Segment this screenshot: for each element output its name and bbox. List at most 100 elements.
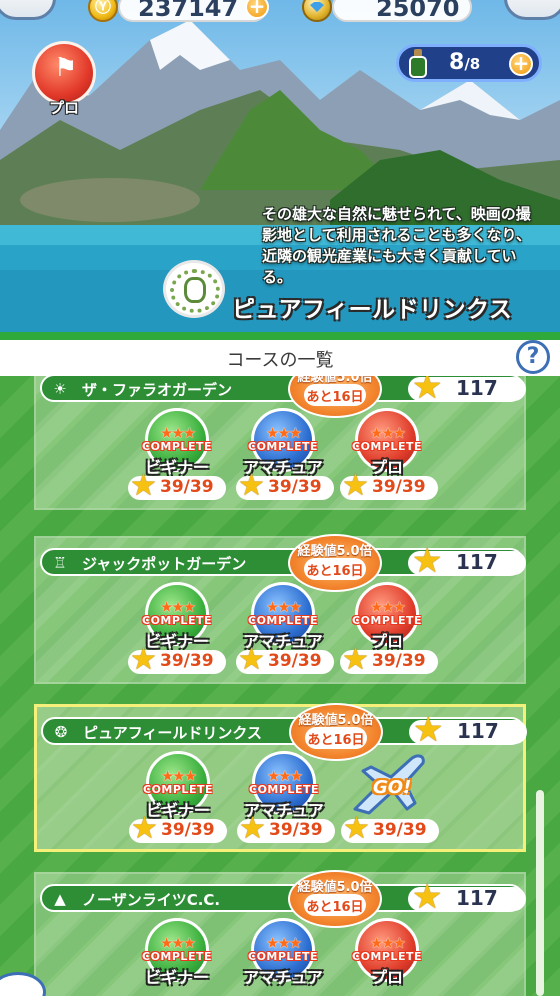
star-icon: ★ bbox=[412, 376, 443, 407]
course-list-header: コースの一覧 ? bbox=[0, 332, 560, 376]
amateur-score: ★ 39/39 bbox=[236, 644, 334, 676]
course-card-selected[interactable]: ❂ ピュアフィールドリンクス ★ 117 経験値5.0倍 あと16日 ★★★ C… bbox=[34, 703, 527, 852]
complete-label: COMPLETE bbox=[142, 950, 212, 963]
course-card[interactable]: ▲ ノーザンライツC.C. ★ 117 経験値5.0倍 あと16日 ★★★ CO… bbox=[34, 870, 526, 996]
rank-label: プロ bbox=[48, 99, 79, 117]
course-name-bar: ☀ ザ・ファラオガーデン ★ 117 bbox=[40, 376, 526, 407]
scrollbar[interactable] bbox=[536, 790, 544, 996]
star-icon: ★ bbox=[238, 642, 265, 677]
stamina-value: 8/8 bbox=[449, 50, 481, 75]
sheep-logo-icon bbox=[163, 260, 225, 318]
star-total: ★ 117 bbox=[409, 713, 527, 747]
menu-button[interactable] bbox=[0, 0, 56, 20]
complete-label: COMPLETE bbox=[352, 440, 422, 453]
add-stamina-button[interactable]: + bbox=[509, 52, 533, 76]
beginner-medal[interactable]: ★★★ COMPLETE ビギナー bbox=[140, 582, 214, 651]
course-list-title: コースの一覧 bbox=[226, 350, 334, 371]
star-count: 117 bbox=[457, 719, 499, 743]
stamina-counter: 8/8 + bbox=[396, 44, 542, 82]
amateur-medal[interactable]: ★★★ COMPLETE アマチュア bbox=[243, 918, 323, 987]
help-button[interactable]: ? bbox=[516, 340, 550, 374]
course-card[interactable]: ☀ ザ・ファラオガーデン ★ 117 経験値5.0倍 あと16日 ★★★ COM… bbox=[34, 376, 526, 510]
bonus-days-left: あと16日 bbox=[306, 900, 364, 915]
course-name-bar: ▲ ノーザンライツC.C. ★ 117 bbox=[40, 880, 526, 914]
course-name: ザ・ファラオガーデン bbox=[82, 381, 233, 399]
pro-score: ★ 39/39 bbox=[341, 813, 439, 845]
top-bar: Ⓨ 237147 + 25070 bbox=[0, 0, 560, 30]
course-name: ノーザンライツC.C. bbox=[82, 891, 221, 909]
coin-icon: Ⓨ bbox=[88, 0, 118, 22]
gem-icon bbox=[302, 0, 332, 22]
pro-label: プロ bbox=[370, 968, 403, 987]
exp-bonus-label: 経験値5.0倍 bbox=[298, 713, 374, 728]
amateur-medal[interactable]: ★★★ COMPLETE アマチュア bbox=[243, 582, 323, 651]
complete-label: COMPLETE bbox=[352, 950, 422, 963]
star-total: ★ 117 bbox=[408, 376, 526, 407]
beginner-medal[interactable]: ★★★ COMPLETE ビギナー bbox=[140, 408, 214, 477]
coin-amount: 237147 bbox=[138, 0, 239, 22]
complete-label: COMPLETE bbox=[142, 614, 212, 627]
beginner-medal[interactable]: ★★★ COMPLETE ビギナー bbox=[141, 751, 215, 820]
mountain-icon: ▲ bbox=[54, 890, 66, 908]
star-icon: ★ bbox=[342, 468, 369, 503]
star-total: ★ 117 bbox=[408, 544, 526, 578]
points-amount: 25070 bbox=[376, 0, 460, 22]
star-icon: ★ bbox=[130, 468, 157, 503]
exp-bonus-label: 経験値5.0倍 bbox=[297, 880, 373, 895]
course-title: ピュアフィールドリンクス bbox=[232, 297, 513, 323]
pro-medal[interactable]: ★★★ COMPLETE プロ bbox=[350, 408, 424, 477]
star-icon: ★ bbox=[413, 710, 444, 750]
course-name: ピュアフィールドリンクス bbox=[83, 724, 262, 742]
amateur-score: ★ 39/39 bbox=[236, 470, 334, 502]
bonus-days-left: あと16日 bbox=[306, 390, 364, 405]
course-name-bar: ♖ ジャックポットガーデン ★ 117 bbox=[40, 544, 526, 578]
go-label: GO! bbox=[373, 777, 412, 798]
beginner-medal[interactable]: ★★★ COMPLETE ビギナー bbox=[140, 918, 214, 987]
rank-badge: ⚑ プロ bbox=[30, 41, 98, 117]
star-count: 117 bbox=[456, 376, 498, 400]
pro-medal[interactable]: ★★★ COMPLETE プロ bbox=[350, 918, 424, 987]
beginner-score: ★ 39/39 bbox=[129, 813, 227, 845]
complete-label: COMPLETE bbox=[249, 783, 319, 796]
star-icon: ★ bbox=[412, 541, 443, 581]
amateur-medal[interactable]: ★★★ COMPLETE アマチュア bbox=[244, 751, 324, 820]
amateur-label: アマチュア bbox=[243, 968, 323, 987]
bottle-icon bbox=[407, 49, 429, 79]
course-name: ジャックポットガーデン bbox=[82, 555, 247, 573]
star-total: ★ 117 bbox=[408, 880, 526, 914]
complete-label: COMPLETE bbox=[248, 440, 318, 453]
complete-label: COMPLETE bbox=[142, 440, 212, 453]
course-hero: Ⓨ 237147 + 25070 ⚑ プロ 8/8 + その雄大な自然に魅せられ… bbox=[0, 0, 560, 332]
course-list[interactable]: ☀ ザ・ファラオガーデン ★ 117 経験値5.0倍 あと16日 ★★★ COM… bbox=[0, 376, 560, 996]
course-name-bar: ❂ ピュアフィールドリンクス ★ 117 bbox=[41, 713, 527, 747]
star-count: 117 bbox=[456, 886, 498, 910]
exp-bonus-label: 経験値5.0倍 bbox=[297, 544, 373, 559]
pro-score: ★ 39/39 bbox=[340, 470, 438, 502]
complete-label: COMPLETE bbox=[248, 614, 318, 627]
sheep-icon: ❂ bbox=[54, 723, 68, 741]
star-icon: ★ bbox=[238, 468, 265, 503]
complete-label: COMPLETE bbox=[143, 783, 213, 796]
add-coins-button[interactable]: + bbox=[245, 0, 269, 19]
settings-button[interactable] bbox=[504, 0, 560, 20]
pro-score: ★ 39/39 bbox=[340, 644, 438, 676]
star-icon: ★ bbox=[342, 642, 369, 677]
beginner-score: ★ 39/39 bbox=[128, 644, 226, 676]
course-description: その雄大な自然に魅せられて、映画の撮影地として利用されることも多くなり、近隣の観… bbox=[262, 205, 531, 286]
star-count: 117 bbox=[456, 550, 498, 574]
bonus-days-left: あと16日 bbox=[307, 733, 365, 748]
star-icon: ★ bbox=[239, 811, 266, 846]
star-icon: ★ bbox=[130, 642, 157, 677]
amateur-medal[interactable]: ★★★ COMPLETE アマチュア bbox=[243, 408, 323, 477]
course-card[interactable]: ♖ ジャックポットガーデン ★ 117 経験値5.0倍 あと16日 ★★★ CO… bbox=[34, 534, 526, 684]
star-icon: ★ bbox=[131, 811, 158, 846]
flag-icon: ⚑ bbox=[54, 53, 78, 83]
points-counter: 25070 bbox=[332, 0, 472, 22]
beginner-label: ビギナー bbox=[144, 968, 209, 987]
amateur-score: ★ 39/39 bbox=[237, 813, 335, 845]
star-icon: ★ bbox=[343, 811, 370, 846]
pro-medal[interactable]: ★★★ COMPLETE プロ bbox=[350, 582, 424, 651]
bonus-days-left: あと16日 bbox=[306, 564, 364, 579]
course-icon: ☀ bbox=[53, 380, 67, 398]
course-icon: ♖ bbox=[53, 554, 67, 572]
